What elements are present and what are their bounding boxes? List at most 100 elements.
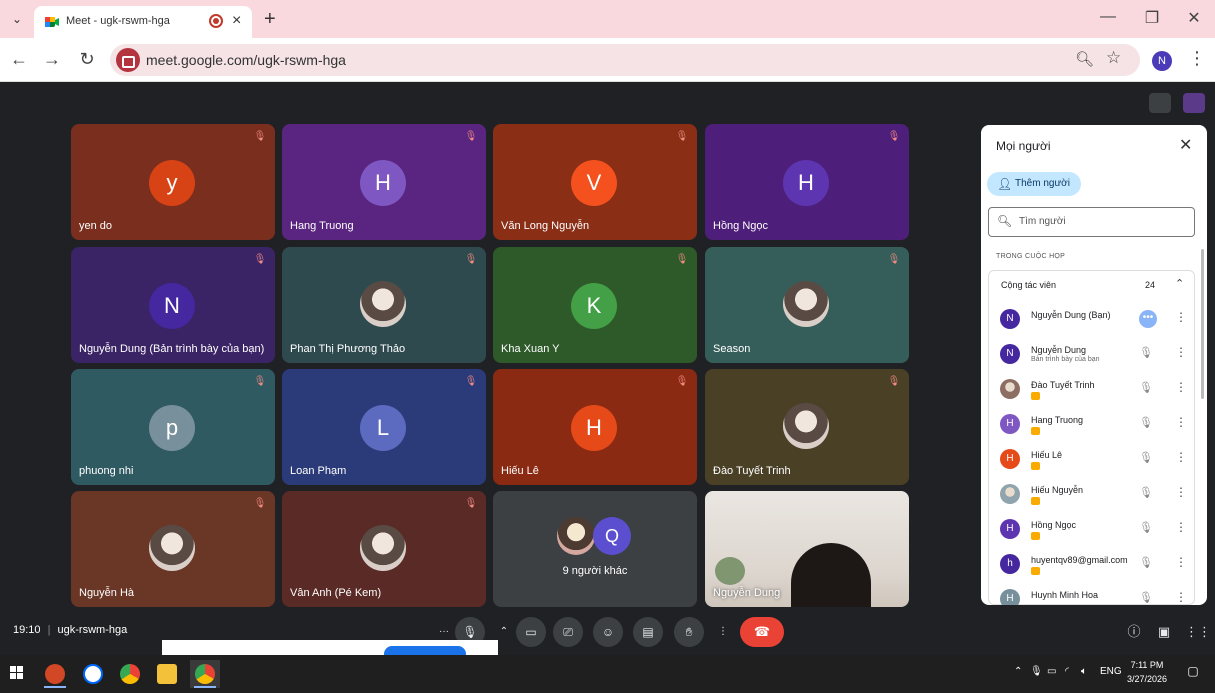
member-avatar: H [1000,414,1020,434]
participant-tile[interactable]: 🎙︎ N Nguyễn Dung (Bản trình bày của bạn) [71,247,275,363]
participant-tile[interactable]: 🎙︎ H Hiếu Lê [493,369,697,485]
member-row[interactable]: Đào Tuyết Trinh 🎙︎ ⋮ [989,371,1196,406]
apps-grid-icon[interactable]: ⋮⋮ [1185,623,1211,641]
member-row[interactable]: N Nguyễn Dung Bản trình bày của bạn 🎙︎ ⋮ [989,336,1196,371]
self-video-tile[interactable]: Nguyễn Dung [705,491,909,607]
notification-icon[interactable]: ▢ [1184,664,1202,682]
captions-icon[interactable]: ▤ [633,617,663,647]
participant-tile[interactable]: 🎙︎ Season [705,247,909,363]
emoji-reaction-icon[interactable]: ☺ [593,617,623,647]
panel-close-icon[interactable]: ✕ [1179,135,1192,155]
member-more-icon[interactable]: ⋮ [1175,415,1187,429]
restore-icon[interactable]: ❐ [1140,8,1164,28]
member-more-icon[interactable]: ⋮ [1175,555,1187,569]
participant-tile[interactable]: 🎙︎ y yen do [71,124,275,240]
participant-tile[interactable]: 🎙︎ Vân Anh (Pé Kem) [282,491,486,607]
language-indicator[interactable]: ENG [1100,666,1122,677]
participant-tile[interactable]: 🎙︎ H Hang Truong [282,124,486,240]
member-more-icon[interactable]: ⋮ [1175,310,1187,324]
address-bar[interactable]: meet.google.com/ugk-rswm-hga 🔍︎ ☆ [110,44,1140,76]
participant-tile[interactable]: 🎙︎ V Văn Long Nguyễn [493,124,697,240]
window-close-icon[interactable]: ✕ [1182,8,1206,28]
more-options-icon[interactable]: ⋮ [713,621,733,643]
activities-icon[interactable] [1183,93,1205,113]
back-arrow-icon[interactable]: ← [8,48,30,70]
participant-tile[interactable]: 🎙︎ K Kha Xuan Y [493,247,697,363]
taskbar-zalo[interactable] [78,660,108,688]
active-indicator [44,686,66,688]
browser-tab-meet[interactable]: Meet - ugk-rswm-hga × [34,6,252,38]
member-more-icon[interactable]: ⋮ [1175,380,1187,394]
group-name[interactable]: Cộng tác viên [1001,280,1056,290]
member-row[interactable]: H Hồng Ngọc 🎙︎ ⋮ [989,511,1196,546]
member-more-icon[interactable]: ⋮ [1175,345,1187,359]
member-more-icon[interactable]: ⋮ [1175,590,1187,604]
taskbar-chrome-profile[interactable] [190,660,220,688]
battery-icon[interactable]: ▭ [1047,666,1056,677]
panel-scrollbar[interactable] [1201,249,1204,399]
tab-close-icon[interactable]: × [232,12,241,30]
participant-photo-avatar [783,281,829,327]
mic-off-icon[interactable]: 🎙︎ [1139,451,1153,464]
reload-icon[interactable]: ↻ [76,48,98,70]
speaking-indicator-icon[interactable]: ••• [1139,310,1157,328]
tab-search-chevron-icon[interactable]: ⌄ [8,10,26,28]
new-tab-button[interactable]: + [264,8,276,31]
people-search-input[interactable]: 🔍︎ Tìm người [988,207,1195,237]
mic-off-icon[interactable]: 🎙︎ [1139,381,1153,394]
participant-tile[interactable]: 🎙︎ p phuong nhi [71,369,275,485]
raise-hand-icon[interactable]: ✋︎ [674,617,704,647]
member-row[interactable]: H Hiếu Lê 🎙︎ ⋮ [989,441,1196,476]
others-tile[interactable]: Q 9 người khác [493,491,697,607]
taskbar-chrome[interactable] [115,660,145,688]
participant-tile[interactable]: 🎙︎ L Loan Phạm [282,369,486,485]
tray-chevron-icon[interactable]: ⌃ [1014,666,1022,677]
member-row[interactable]: Hiếu Nguyễn 🎙︎ ⋮ [989,476,1196,511]
mic-off-icon[interactable]: 🎙︎ [1139,416,1153,429]
tray-mic-icon[interactable]: 🎙︎ [1030,666,1043,677]
minimize-icon[interactable]: — [1096,8,1120,26]
zoom-icon[interactable]: 🔍︎ [1075,50,1094,68]
mic-off-icon[interactable]: 🎙︎ [1139,556,1153,569]
participant-name: Nguyễn Dung [713,587,781,599]
site-camera-icon[interactable] [116,48,140,72]
forward-arrow-icon[interactable]: → [41,48,63,70]
participant-tile[interactable]: 🎙︎ Nguyễn Hà [71,491,275,607]
mic-off-icon[interactable]: 🎙︎ [1139,591,1153,604]
chevron-up-icon[interactable]: ⌃ [1175,277,1184,290]
present-screen-icon[interactable]: ⎚ [553,617,583,647]
participant-avatar: K [571,283,617,329]
member-row[interactable]: N Nguyễn Dung (Bạn) ••• ⋮ [989,301,1196,336]
chat-icon[interactable]: ▣ [1155,623,1173,641]
add-people-button[interactable]: 👤︎ Thêm người [987,172,1081,196]
participant-tile[interactable]: 🎙︎ H Hồng Ngọc [705,124,909,240]
mic-off-icon[interactable]: 🎙︎ [1139,521,1153,534]
camera-icon[interactable]: ▭ [516,617,546,647]
bookmark-star-icon[interactable]: ☆ [1106,48,1121,68]
participant-tile[interactable]: 🎙︎ Phan Thị Phương Thảo [282,247,486,363]
windows-start-icon[interactable] [10,666,24,680]
chat-app-icon [83,664,103,684]
profile-avatar[interactable]: N [1152,51,1172,71]
participant-tile[interactable]: 🎙︎ Đào Tuyết Trinh [705,369,909,485]
mic-off-icon[interactable]: 🎙︎ [1139,346,1153,359]
member-row[interactable]: h huyentqv89@gmail.com 🎙︎ ⋮ [989,546,1196,581]
captions-off-icon[interactable] [1148,93,1171,113]
taskbar-powerpoint[interactable] [40,660,70,688]
end-call-button[interactable]: ☎︎ [740,617,784,647]
member-more-icon[interactable]: ⋮ [1175,485,1187,499]
browser-menu-icon[interactable]: ⋮ [1188,48,1206,69]
volume-icon[interactable]: 🔈︎ [1081,666,1087,677]
member-more-icon[interactable]: ⋮ [1175,450,1187,464]
member-row[interactable]: H Hang Truong 🎙︎ ⋮ [989,406,1196,441]
participant-avatar: H [783,160,829,206]
mic-off-icon[interactable]: 🎙︎ [1139,486,1153,499]
taskbar-clock[interactable]: 7:11 PM 3/27/2026 [1122,658,1172,686]
member-more-icon[interactable]: ⋮ [1175,520,1187,534]
meeting-info-icon[interactable]: ⓘ [1125,623,1143,641]
participant-avatar: N [149,283,195,329]
wifi-icon[interactable]: ◜ [1065,666,1069,677]
taskbar-file-explorer[interactable] [152,660,182,688]
member-row[interactable]: H Huynh Minh Hoa 🎙︎ ⋮ [989,581,1196,605]
url-text: meet.google.com/ugk-rswm-hga [146,52,346,68]
